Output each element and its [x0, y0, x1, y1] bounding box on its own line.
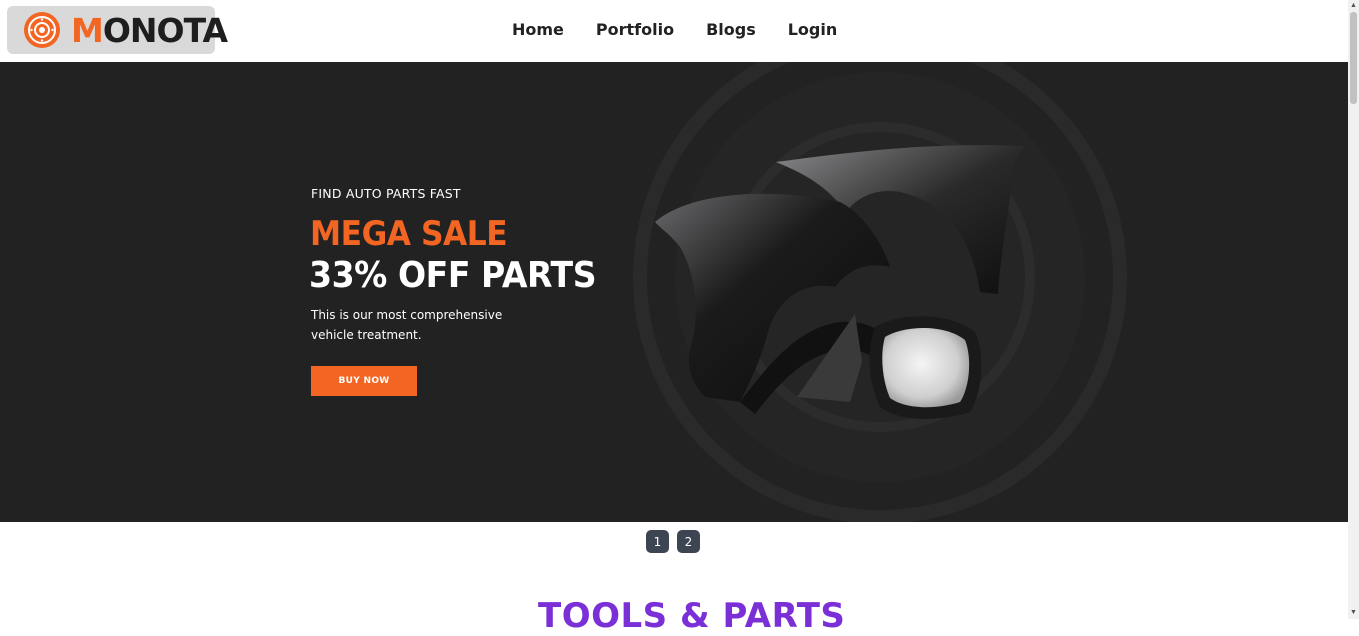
hero-description: This is our most comprehensive vehicle t… — [311, 308, 503, 342]
site-header: MONOTA Home Portfolio Blogs Login — [0, 0, 1348, 62]
hero-banner: FIND AUTO PARTS FAST MEGA SALE 33% OFF P… — [0, 62, 1348, 522]
buy-now-button[interactable]: BUY NOW — [311, 366, 417, 396]
scroll-thumb[interactable] — [1350, 12, 1357, 104]
logo-first-letter: M — [71, 11, 104, 50]
nav-login[interactable]: Login — [788, 19, 838, 41]
page-2-button[interactable]: 2 — [677, 530, 700, 553]
fender-and-mirror-parts-image — [655, 145, 1025, 419]
page-scrollbar[interactable]: ▲ ▼ — [1348, 0, 1359, 619]
hero-kicker: FIND AUTO PARTS FAST — [311, 186, 461, 201]
hero-title-secondary: 33% OFF PARTS — [309, 255, 597, 296]
scroll-up-arrow-icon[interactable]: ▲ — [1348, 0, 1359, 12]
logo-wordmark: MONOTA — [71, 11, 228, 50]
page-1-button[interactable]: 1 — [646, 530, 669, 553]
nav-blogs[interactable]: Blogs — [706, 19, 756, 41]
hero-title-primary: MEGA SALE — [310, 214, 508, 254]
logo-rest: ONOTA — [102, 11, 228, 50]
main-nav: Home Portfolio Blogs Login — [512, 19, 837, 41]
site-logo[interactable]: MONOTA — [7, 6, 228, 54]
scroll-down-arrow-icon[interactable]: ▼ — [1348, 607, 1359, 619]
slider-pagination: 1 2 — [646, 530, 700, 553]
brake-disc-icon — [24, 12, 60, 48]
nav-home[interactable]: Home — [512, 19, 564, 41]
section-title: TOOLS & PARTS — [538, 596, 846, 636]
nav-portfolio[interactable]: Portfolio — [596, 19, 674, 41]
